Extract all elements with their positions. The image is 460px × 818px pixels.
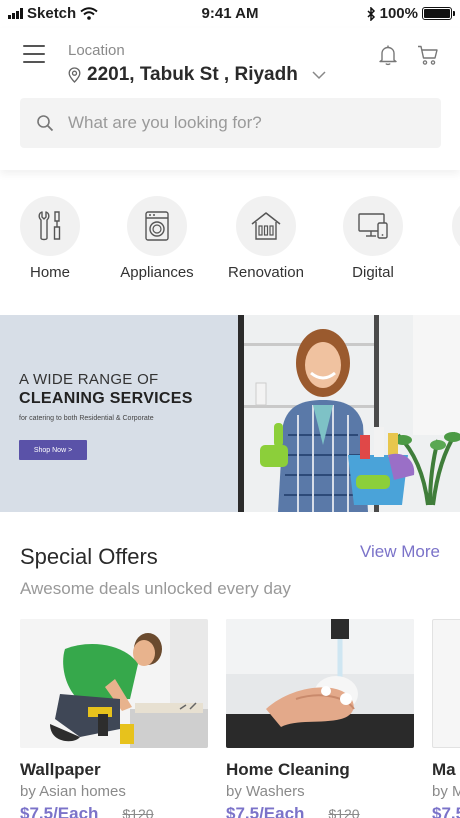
battery-icon [422, 7, 455, 20]
house-icon [251, 212, 281, 240]
offer-price-row: $7.5/Each $120 [20, 804, 208, 818]
location-pin-icon [68, 67, 81, 83]
bell-icon[interactable] [376, 43, 400, 67]
category-g[interactable]: G [432, 196, 460, 281]
location-value: 2201, Tabuk St , Riyadh [87, 64, 298, 85]
offer-image [20, 619, 208, 748]
view-more-link[interactable]: View More [360, 542, 440, 562]
cleaning-woman-illustration [238, 315, 460, 512]
offer-title: Wallpaper [20, 760, 101, 779]
offer-price: $7.5 [432, 804, 460, 818]
offer-image [432, 619, 460, 748]
battery-fill [424, 9, 450, 18]
category-label: Home [29, 264, 70, 281]
offer-provider: by Asian homes [20, 783, 126, 800]
offer-card-partial[interactable]: Ma by M $7.5 [432, 619, 460, 818]
category-label: Digital [352, 264, 394, 281]
offer-price: $7.5/Each [20, 804, 99, 818]
offer-old-price: $120 [122, 806, 154, 818]
category-label: Appliances [120, 264, 194, 281]
bluetooth-icon [367, 6, 375, 21]
offer-card-home-cleaning[interactable]: Home Cleaning by Washers $7.5/Each $120 [226, 619, 414, 818]
search-input[interactable] [68, 113, 408, 133]
category-label: Renovation [228, 264, 304, 281]
cart-icon[interactable] [416, 43, 440, 67]
shop-now-button[interactable]: Shop Now > [19, 440, 87, 460]
offer-price-row: $7.5/Each $120 [226, 804, 414, 818]
tools-icon [38, 211, 61, 241]
banner-photo [238, 315, 460, 512]
offer-old-price: $120 [328, 806, 360, 818]
offer-title: Ma [432, 760, 456, 779]
category-list: Home Appliances Renovation Digital [0, 196, 460, 296]
offers-title: Special Offers [20, 544, 158, 569]
banner-text-panel: A WIDE RANGE OF CLEANING SERVICES for ca… [0, 315, 238, 512]
category-home[interactable]: Home [0, 196, 100, 281]
category-icon-circle [452, 196, 460, 256]
category-renovation[interactable]: Renovation [216, 196, 316, 281]
washing-machine-icon [145, 211, 169, 241]
battery-percent: 100% [379, 5, 418, 22]
offer-provider: by M [432, 783, 460, 800]
offer-provider: by Washers [226, 783, 305, 800]
location-selector[interactable]: 2201, Tabuk St , Riyadh [68, 64, 326, 86]
offer-title: Home Cleaning [226, 760, 350, 779]
offer-price: $7.5/Each [226, 804, 305, 818]
washing-hands-illustration [226, 619, 414, 748]
category-appliances[interactable]: Appliances [107, 196, 207, 281]
offer-image [226, 619, 414, 748]
category-icon-circle [127, 196, 187, 256]
location-label: Location [68, 42, 125, 59]
status-bar: Sketch 9:41 AM 100% [0, 0, 460, 28]
offer-card-wallpaper[interactable]: Wallpaper by Asian homes $7.5/Each $120 [20, 619, 208, 818]
chevron-down-icon [312, 71, 326, 80]
category-icon-circle [20, 196, 80, 256]
banner-subtitle: for catering to both Residential & Corpo… [19, 415, 154, 422]
status-right: 100% [367, 5, 455, 22]
worker-drilling-illustration [20, 619, 208, 748]
banner-headline-1: A WIDE RANGE OF [19, 371, 159, 388]
search-icon [37, 115, 54, 132]
banner-headline-2: CLEANING SERVICES [19, 390, 193, 407]
category-icon-circle [236, 196, 296, 256]
promo-banner[interactable]: A WIDE RANGE OF CLEANING SERVICES for ca… [0, 315, 460, 512]
category-label: G [432, 264, 460, 281]
devices-icon [358, 213, 388, 239]
search-bar[interactable] [20, 98, 441, 148]
category-digital[interactable]: Digital [323, 196, 423, 281]
category-icon-circle [343, 196, 403, 256]
offers-subtitle: Awesome deals unlocked every day [20, 579, 291, 598]
offer-price-row: $7.5 [432, 804, 460, 818]
menu-icon[interactable] [23, 45, 45, 63]
header: Location 2201, Tabuk St , Riyadh [0, 28, 460, 170]
